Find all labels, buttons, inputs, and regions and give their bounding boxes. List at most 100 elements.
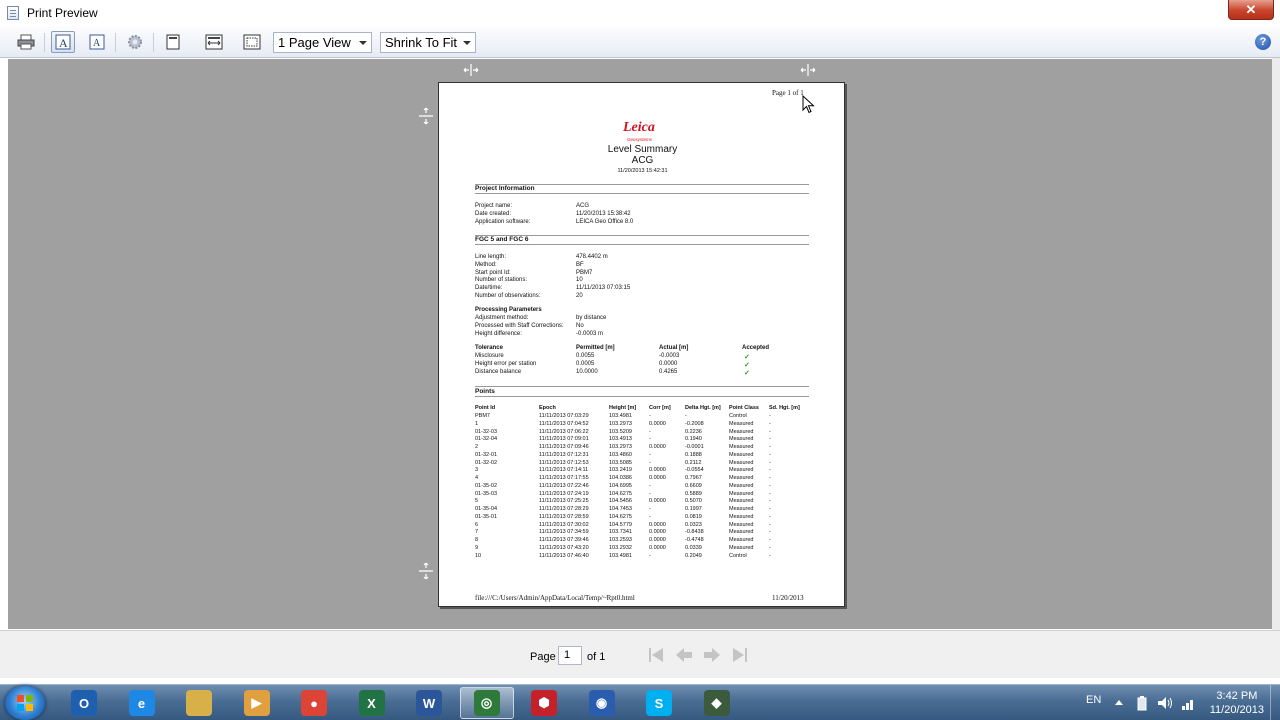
taskbar-app-button[interactable]: ◉ [575, 687, 629, 719]
points-cell: Measured [729, 475, 754, 481]
mouse-pointer-icon [802, 95, 815, 114]
show-desktop-button[interactable] [1270, 685, 1280, 720]
survey-tool-icon: ◆ [703, 690, 730, 716]
taskbar-app-button[interactable]: ◎ [459, 687, 514, 719]
points-cell: 104.5779 [609, 521, 632, 528]
last-page-icon[interactable] [730, 646, 750, 664]
points-cell: 104.7453 [609, 506, 632, 512]
points-cell: 103.2419 [609, 467, 632, 474]
page-view-dropdown[interactable]: 1 Page View [273, 32, 372, 53]
points-header: Height [m] [609, 405, 637, 411]
field-value: PBM7 [576, 269, 593, 276]
taskbar-app-button[interactable]: e [115, 687, 169, 719]
points-cell: 11/11/2013 07:14:11 [539, 467, 589, 474]
margin-handle-left-icon[interactable] [462, 63, 480, 77]
field-value: 10 [576, 277, 583, 284]
points-cell: - [769, 475, 771, 481]
svg-text:A: A [93, 38, 101, 49]
previous-page-icon[interactable] [674, 646, 694, 664]
field-value: 478.4402 m [576, 254, 608, 260]
accepted-check-icon: ✓ [744, 370, 750, 377]
taskbar-app-button[interactable]: S [632, 687, 686, 719]
first-page-icon[interactable] [646, 646, 666, 664]
volume-icon[interactable] [1157, 695, 1173, 711]
fit-page-button[interactable] [240, 31, 264, 53]
network-icon[interactable] [1180, 695, 1196, 711]
margin-handle-right-icon[interactable] [799, 63, 817, 77]
zoom-dropdown[interactable]: Shrink To Fit [380, 32, 476, 53]
tolerance-cell: Distance balance [475, 369, 522, 375]
taskbar-app-button[interactable]: X [345, 687, 399, 719]
points-cell: 103.2973 [609, 444, 632, 450]
points-cell: 7 [475, 529, 479, 536]
taskbar-app-button[interactable]: W [402, 687, 456, 719]
divider [475, 386, 809, 387]
points-cell: 3 [475, 467, 479, 474]
points-cell: Measured [729, 537, 754, 543]
taskbar-app-button[interactable]: ⬢ [517, 687, 571, 719]
page-width-button[interactable] [202, 31, 226, 53]
points-cell: 103.4981 [609, 552, 632, 559]
single-page-button[interactable] [161, 31, 185, 53]
taskbar-app-button[interactable]: O [57, 687, 111, 719]
media-player-icon: ▶ [243, 690, 270, 716]
points-cell: 11/11/2013 07:25:25 [539, 498, 589, 505]
taskbar-app-button[interactable]: ◆ [690, 687, 744, 719]
system-clock[interactable]: 3:42 PM 11/20/2013 [1210, 689, 1264, 717]
points-cell: 0.0819 [685, 513, 702, 520]
field-label: Date/time: [475, 285, 503, 292]
power-icon[interactable] [1136, 695, 1148, 711]
points-cell: 11/11/2013 07:28:59 [539, 513, 589, 520]
field-value: 11/11/2013 07:03:15 [576, 285, 631, 292]
field-label: Number of stations: [475, 277, 528, 284]
toolbar-separator [115, 33, 116, 52]
logo-subtitle: Geosystems [627, 137, 653, 142]
points-cell: 11/11/2013 07:43:20 [539, 544, 589, 551]
next-page-icon[interactable] [702, 646, 722, 664]
vertical-scrollbar[interactable] [1272, 58, 1280, 630]
points-cell: 103.2973 [609, 420, 632, 427]
tolerance-cell: 0.0005 [576, 361, 595, 367]
margin-handle-top-icon[interactable] [418, 106, 434, 126]
points-header: Point Class [729, 405, 759, 411]
points-cell: 0.1888 [685, 451, 702, 458]
points-cell: - [769, 451, 771, 458]
points-cell: 01-35-04 [475, 506, 498, 512]
page-number: Page 1 of 1 [772, 89, 804, 97]
points-cell: 11/11/2013 07:09:46 [539, 444, 589, 450]
increase-font-button[interactable]: A [51, 31, 75, 53]
taskbar-app-button[interactable] [172, 687, 226, 719]
field-label: Height difference: [475, 330, 522, 337]
points-cell: 11/11/2013 07:28:29 [539, 506, 589, 512]
margin-handle-bottom-icon[interactable] [418, 561, 434, 581]
acrobat-icon: ⬢ [531, 690, 557, 716]
page-number-input[interactable]: 1 [558, 646, 582, 665]
points-cell: 104.0386 [609, 475, 632, 481]
decrease-font-button[interactable]: A [85, 31, 109, 53]
show-hidden-icons-icon[interactable] [1114, 698, 1124, 706]
taskbar-app-button[interactable]: ● [287, 687, 341, 719]
section-title: FGC 5 and FGC 6 [475, 236, 529, 243]
footer-date: 11/20/2013 [772, 594, 804, 602]
google-earth-icon: ◉ [588, 690, 615, 716]
taskbar-app-button[interactable]: ▶ [230, 687, 284, 719]
close-button[interactable]: ✕ [1228, 0, 1274, 20]
processing-title: Processing Parameters [475, 307, 542, 313]
points-cell: - [769, 428, 771, 435]
print-button[interactable] [14, 31, 38, 53]
leica-logo: Leica [623, 120, 655, 135]
outlook-icon: O [71, 690, 97, 716]
points-cell: 104.6275 [609, 490, 632, 497]
points-cell: - [769, 459, 771, 466]
start-button[interactable] [5, 686, 45, 720]
tolerance-cell: 0.0055 [576, 353, 595, 359]
windows-logo-icon [17, 695, 33, 711]
report-page: Page 1 of 1 Leica Geosystems Level Summa… [438, 82, 845, 607]
language-indicator[interactable]: EN [1086, 694, 1101, 720]
points-cell: - [769, 513, 771, 520]
chrome-icon: ● [301, 690, 327, 716]
page-view-value: 1 Page View [278, 35, 351, 50]
settings-button[interactable] [123, 31, 147, 53]
help-icon[interactable]: ? [1255, 34, 1271, 50]
field-label: Application software: [475, 219, 531, 225]
